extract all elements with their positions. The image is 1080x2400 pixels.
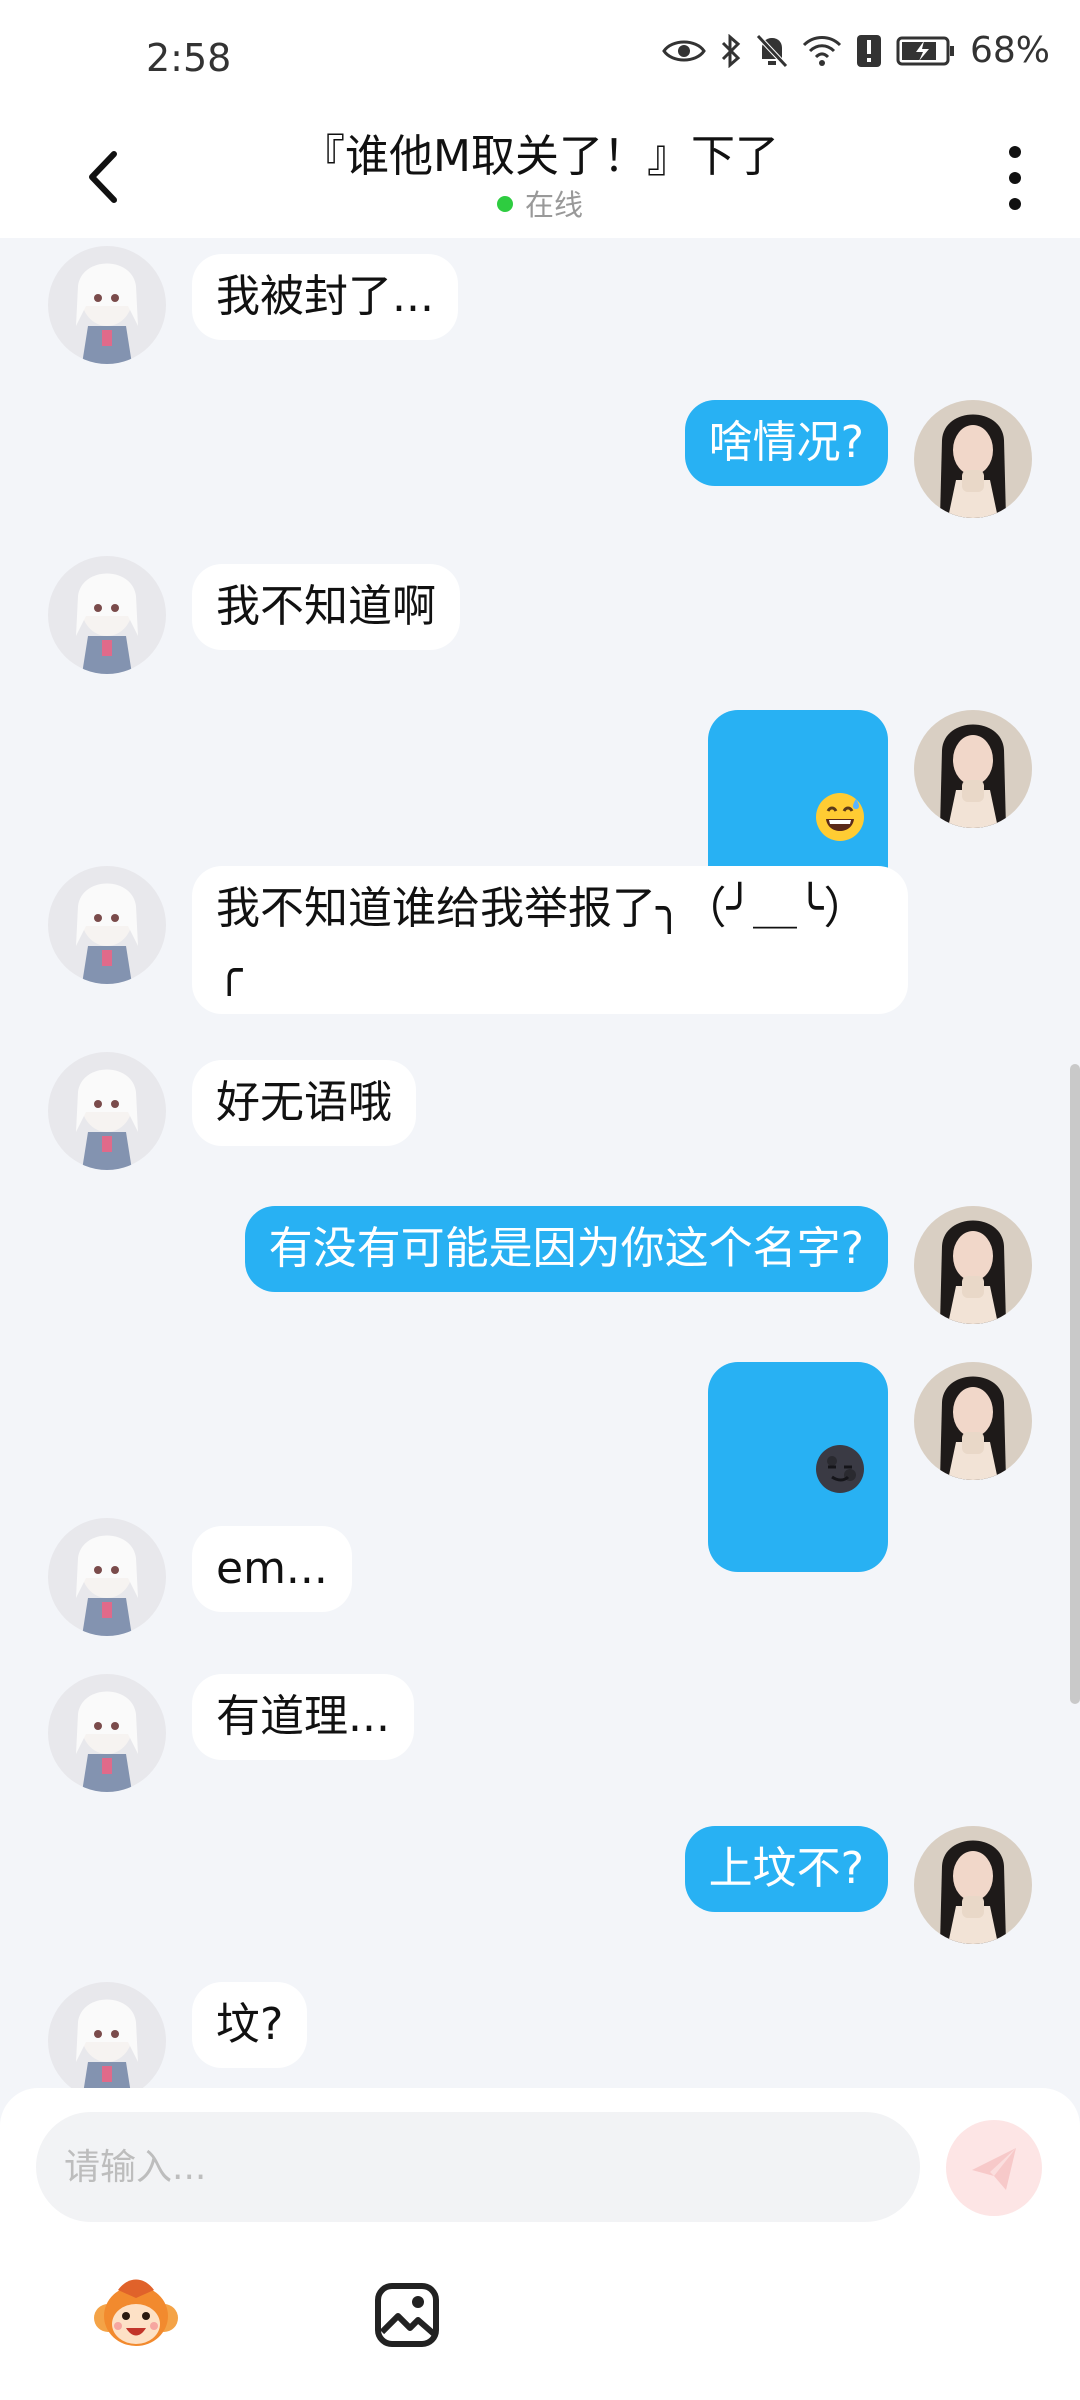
message-bubble: em... — [192, 1526, 352, 1612]
message-bubble: 我被封了... — [192, 254, 458, 340]
user-avatar[interactable] — [914, 1206, 1032, 1324]
bluetooth-icon — [721, 33, 741, 68]
message-list[interactable]: 我被封了... 啥情况? 我不知道啊 我不知道谁给我举报了╮（╯＿╰）╭ 好无语… — [0, 238, 1080, 2088]
message-bubble: 上坟不? — [684, 1826, 888, 1912]
contact-avatar[interactable] — [48, 1052, 166, 1170]
alert-icon — [856, 34, 881, 67]
user-avatar[interactable] — [914, 1362, 1032, 1480]
sticker-button[interactable] — [88, 2268, 184, 2364]
user-avatar[interactable] — [914, 400, 1032, 518]
mute-bell-icon — [756, 33, 788, 68]
composer — [0, 2088, 1080, 2400]
message-bubble: 有道理... — [192, 1674, 414, 1760]
page-title: 『谁他M取关了！』下了 — [301, 131, 779, 182]
online-status-label: 在线 — [524, 188, 583, 222]
eye-icon — [662, 40, 706, 61]
message-bubble — [708, 1362, 888, 1572]
message-bubble: 我不知道谁给我举报了╮（╯＿╰）╭ — [192, 866, 908, 1014]
send-button[interactable] — [946, 2120, 1042, 2216]
message-bubble: 好无语哦 — [192, 1060, 416, 1146]
contact-avatar[interactable] — [48, 556, 166, 674]
image-picker-icon[interactable] — [372, 2280, 442, 2350]
user-avatar[interactable] — [914, 1826, 1032, 1944]
contact-avatar[interactable] — [48, 1674, 166, 1792]
status-time: 2:58 — [146, 36, 232, 80]
status-icons: 68% — [662, 30, 1050, 71]
contact-avatar[interactable] — [48, 1518, 166, 1636]
monkey-mascot-icon — [94, 2279, 178, 2346]
more-options-icon[interactable] — [990, 138, 1040, 218]
user-avatar[interactable] — [914, 710, 1032, 828]
contact-avatar[interactable] — [48, 246, 166, 364]
new-moon-face-emoji-icon — [816, 1445, 864, 1493]
scrollbar[interactable] — [1070, 1064, 1080, 1704]
contact-avatar[interactable] — [48, 866, 166, 984]
online-status: 在线 — [0, 182, 1080, 224]
message-bubble: 有没有可能是因为你这个名字? — [244, 1206, 888, 1292]
send-icon — [972, 2148, 1016, 2190]
wifi-icon — [802, 35, 842, 66]
chat-header: 『谁他M取关了！』下了 在线 — [0, 120, 1080, 238]
online-dot-icon — [496, 196, 513, 212]
battery-level: 68% — [969, 30, 1050, 71]
message-input[interactable] — [36, 2112, 920, 2222]
message-bubble: 啥情况? — [684, 400, 888, 486]
status-bar: 2:58 68% — [0, 0, 1080, 120]
grinning-sweat-emoji-icon — [816, 793, 864, 841]
message-bubble: 我不知道啊 — [192, 564, 460, 650]
message-bubble: 坟? — [192, 1982, 308, 2068]
contact-avatar[interactable] — [48, 1982, 166, 2088]
battery-icon — [896, 36, 954, 65]
